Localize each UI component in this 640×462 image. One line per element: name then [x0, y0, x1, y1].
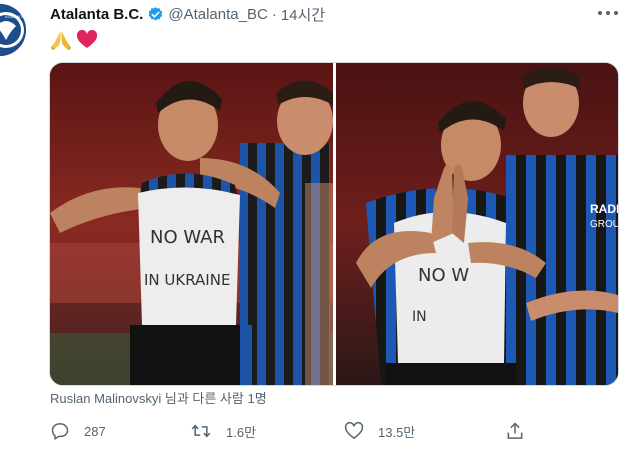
tagged-users[interactable]: Ruslan Malinovskyi 님과 다른 사람 1명: [50, 388, 267, 407]
author-name[interactable]: Atalanta B.C.: [50, 6, 143, 23]
author-handle[interactable]: @Atalanta_BC: [168, 6, 267, 23]
retweet-count: 1.6만: [226, 424, 257, 440]
retweet-icon: [191, 424, 211, 438]
avatar[interactable]: ATALANTA: [0, 4, 26, 56]
tweet-text: [50, 29, 98, 51]
more-options-icon[interactable]: [598, 6, 618, 20]
photo-left[interactable]: NO WAR IN UKRAINE: [50, 63, 333, 385]
shirt-text-line-2: IN UKRAINE: [144, 271, 230, 289]
tweet-timestamp[interactable]: 14시간: [281, 4, 325, 25]
tweet-header: Atalanta B.C. @Atalanta_BC · 14시간: [50, 4, 325, 24]
shirt-text-line-2: IN: [412, 309, 427, 325]
share-icon: [507, 422, 523, 439]
svg-text:ATALANTA: ATALANTA: [5, 14, 25, 19]
reply-icon: [51, 423, 69, 440]
like-button[interactable]: 13.5만: [344, 418, 415, 444]
like-count: 13.5만: [378, 424, 416, 440]
reply-button[interactable]: 287: [50, 418, 106, 444]
heart-outline-icon: [344, 421, 364, 439]
shirt-text-line-1: NO W: [418, 265, 469, 286]
praying-hands-icon: [51, 31, 71, 50]
photo-right[interactable]: RADICI GROUP NO W IN: [336, 63, 618, 385]
tweet-action-bar: 287 1.6만 13.5만: [50, 418, 540, 444]
shirt-text-line-1: NO WAR: [150, 227, 225, 248]
share-button[interactable]: [505, 418, 525, 444]
sleeve-text-line-1: RADICI: [590, 202, 618, 216]
verified-badge-icon: [147, 6, 164, 23]
retweet-button[interactable]: 1.6만: [190, 418, 256, 444]
sleeve-text-line-2: GROUP: [590, 219, 618, 230]
header-separator: ·: [271, 5, 277, 23]
reply-count: 287: [84, 423, 106, 439]
tweet-media[interactable]: NO WAR IN UKRAINE RAD GRO NO W IN: [49, 62, 619, 386]
red-heart-icon: [76, 29, 98, 48]
